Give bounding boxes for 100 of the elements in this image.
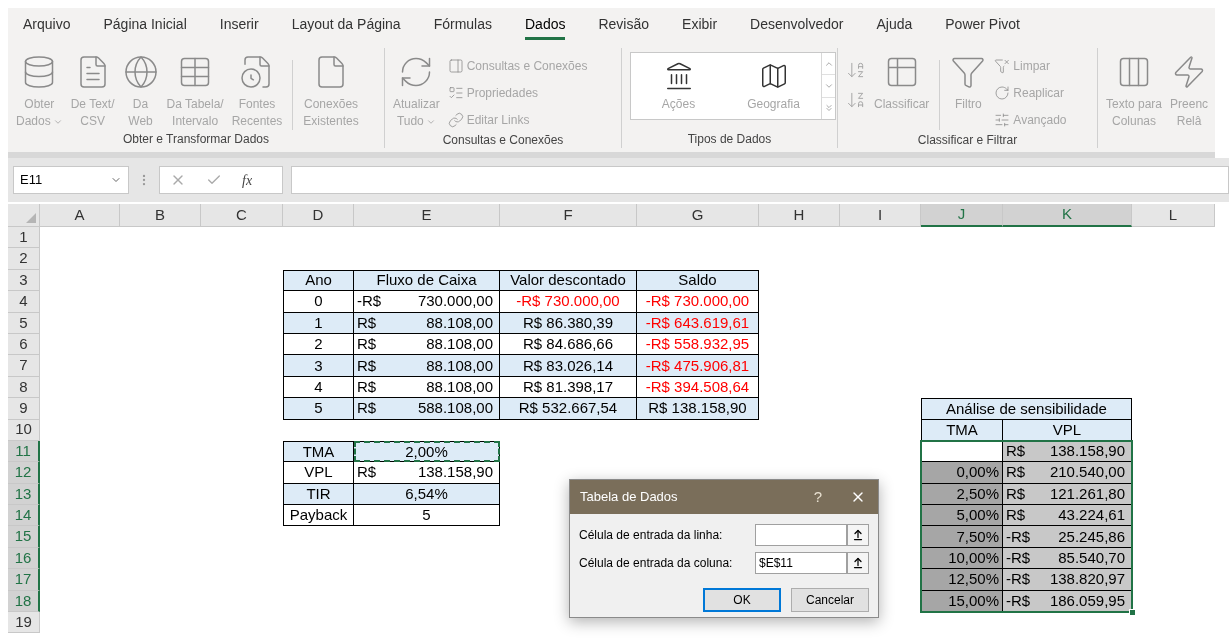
column-header[interactable]: H — [759, 204, 840, 227]
table-cell: 0,00% — [921, 462, 1003, 484]
column-header[interactable]: C — [201, 204, 283, 227]
ribbon-tab[interactable]: Fórmulas — [433, 14, 492, 40]
dialog-button[interactable]: OK — [703, 588, 781, 612]
ribbon-tab[interactable]: Arquivo — [23, 14, 71, 40]
row-header[interactable]: 10 — [8, 419, 40, 441]
name-box[interactable]: E11 — [13, 166, 129, 194]
column-header[interactable]: F — [500, 204, 637, 227]
field-label: Célula de entrada da linha: — [579, 527, 724, 544]
table-cell: R$ 210.540,00 — [1003, 462, 1132, 484]
table-cell: R$ 88.108,00 — [354, 312, 500, 334]
row-header[interactable]: 12 — [8, 462, 40, 484]
column-header[interactable]: B — [120, 204, 201, 227]
column-heading: TMA — [921, 419, 1003, 441]
sort-a-z-icon — [846, 60, 866, 80]
table-cell: 6,54% — [354, 483, 500, 506]
column-header[interactable]: D — [283, 204, 354, 227]
collapse-button[interactable] — [847, 552, 869, 574]
row-header[interactable]: 16 — [8, 547, 40, 570]
row-header[interactable]: 17 — [8, 569, 40, 591]
arrow-up-icon — [852, 557, 864, 569]
table-cell: -R$ 25.245,86 — [1003, 526, 1132, 548]
row-header[interactable]: 7 — [8, 355, 40, 377]
column-header[interactable]: A — [40, 204, 120, 227]
table-cell: R$ 532.667,54 — [500, 398, 637, 420]
ribbon-tab[interactable]: Inserir — [219, 14, 259, 40]
ribbon-tab[interactable]: Ajuda — [876, 14, 913, 40]
ribbon-tab[interactable]: Revisão — [598, 14, 650, 40]
link-icon — [447, 111, 464, 128]
input-field[interactable]: $E$11 — [755, 552, 847, 574]
table-cell: 7,50% — [921, 526, 1003, 548]
table-cell: 0 — [283, 291, 354, 313]
row-header[interactable]: 9 — [8, 398, 40, 420]
ribbon-tab[interactable]: Página Inicial — [103, 14, 187, 40]
row-label: TMA — [283, 440, 354, 463]
arrow-up-icon — [852, 529, 864, 541]
column-header[interactable]: K — [1003, 204, 1132, 227]
table-cell: -R$ 643.619,61 — [637, 312, 759, 334]
row-label: Payback — [283, 505, 354, 527]
column-header[interactable]: G — [637, 204, 759, 227]
ribbon-tab[interactable]: Power Pivot — [945, 14, 1020, 40]
table-cell: 3 — [283, 355, 354, 377]
column-header[interactable]: L — [1132, 204, 1215, 227]
sort-z-a-icon — [846, 90, 866, 110]
ribbon-tab[interactable]: Layout da Página — [291, 14, 401, 40]
group-label: Obter e Transformar Dados — [122, 131, 270, 148]
column-header[interactable]: I — [840, 204, 921, 227]
table-cell: 2 — [283, 333, 354, 356]
row-label: VPL — [283, 462, 354, 484]
dialog-title: Tabela de Dados — [580, 488, 679, 507]
row-header[interactable]: 6 — [8, 333, 40, 356]
formula-input[interactable] — [291, 166, 1229, 194]
column-heading: Ano — [283, 269, 354, 292]
column-heading: Saldo — [637, 269, 759, 292]
table-cell: R$ 83.026,14 — [500, 355, 637, 377]
row-header[interactable]: 11 — [8, 440, 40, 463]
table-cell: -R$ 730.000,00 — [637, 291, 759, 313]
input-field[interactable] — [755, 524, 847, 546]
funnel-x-icon — [994, 57, 1011, 74]
row-header[interactable]: 13 — [8, 483, 40, 506]
table-cell: R$ 588.108,00 — [354, 398, 500, 420]
row-header[interactable]: 14 — [8, 505, 40, 527]
table-cell: R$ 138.158,90 — [354, 462, 500, 484]
column-heading: Fluxo de Caixa — [354, 269, 500, 292]
table-cell: -R$ 558.932,95 — [637, 333, 759, 356]
dialog-button[interactable]: Cancelar — [791, 588, 869, 612]
ribbon-tab[interactable]: Desenvolvedor — [750, 14, 844, 40]
table-cell: -R$ 730.000,00 — [500, 291, 637, 313]
collapse-button[interactable] — [847, 524, 869, 546]
help-button[interactable]: ? — [804, 485, 832, 509]
row-header[interactable]: 19 — [8, 612, 40, 634]
ribbon-tab[interactable]: Exibir — [682, 14, 718, 40]
row-header[interactable]: 4 — [8, 291, 40, 313]
row-header[interactable]: 1 — [8, 227, 40, 249]
row-header[interactable]: 15 — [8, 526, 40, 548]
table-cell: R$ 86.380,39 — [500, 312, 637, 334]
chevron-down-icon — [823, 81, 834, 91]
table-cell: R$ 84.686,66 — [500, 333, 637, 356]
insert-function-button[interactable]: fx — [242, 169, 253, 191]
corner-triangle-icon — [26, 213, 36, 223]
select-all-corner[interactable] — [8, 204, 40, 227]
table-cell: 5,00% — [921, 505, 1003, 527]
rotate-icon — [994, 84, 1011, 101]
ribbon-tab[interactable]: Dados — [525, 14, 566, 40]
table-title: Análise de sensibilidade — [921, 398, 1132, 420]
table-cell: -R$ 394.508,64 — [637, 376, 759, 399]
row-header[interactable]: 2 — [8, 248, 40, 270]
more-icon — [823, 103, 834, 114]
column-header[interactable]: E — [354, 204, 500, 227]
table-cell: R$ 88.108,00 — [354, 376, 500, 399]
row-header[interactable]: 18 — [8, 590, 40, 613]
row-header[interactable]: 8 — [8, 376, 40, 399]
table-cell: 12,50% — [921, 569, 1003, 591]
row-header[interactable]: 3 — [8, 269, 40, 292]
column-header[interactable]: J — [921, 204, 1003, 227]
table-cell: 5 — [354, 505, 500, 527]
row-header[interactable]: 5 — [8, 312, 40, 334]
sliders-icon — [994, 111, 1011, 128]
table-cell: R$ 138.158,90 — [637, 398, 759, 420]
